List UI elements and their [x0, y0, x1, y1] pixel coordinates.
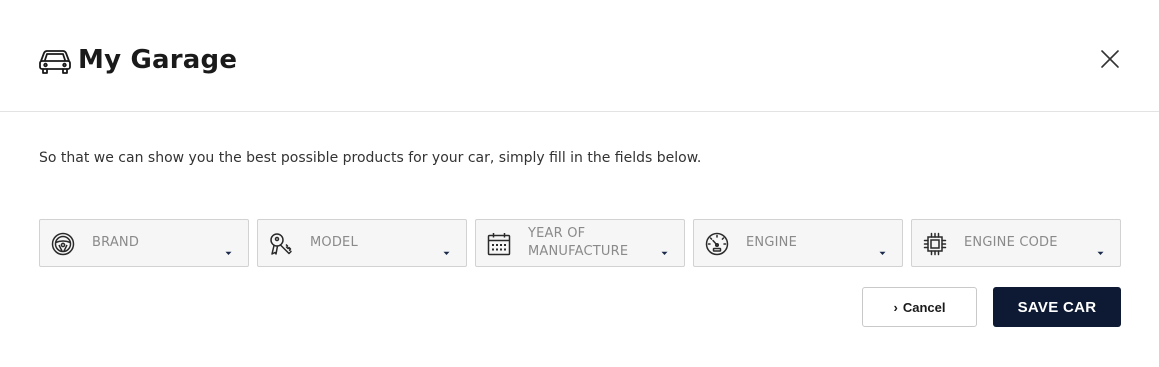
chevron-down-icon: [443, 241, 450, 255]
engine-select[interactable]: ENGINE: [693, 219, 903, 267]
close-icon: [1099, 48, 1121, 74]
model-select-label: MODEL: [310, 235, 358, 250]
chip-icon: [923, 232, 947, 256]
save-car-button-label: SAVE CAR: [1017, 298, 1097, 316]
chevron-down-icon: [879, 241, 886, 255]
chevron-down-icon: [661, 241, 668, 255]
engine-code-select-label: ENGINE CODE: [964, 235, 1058, 250]
steering-wheel-icon: [51, 232, 75, 256]
year-of-manufacture-select-label: YEAR OF MANUFACTURE: [528, 226, 629, 259]
speedometer-icon: [705, 232, 729, 256]
chevron-down-icon: [225, 241, 232, 255]
engine-code-select[interactable]: ENGINE CODE: [911, 219, 1121, 267]
intro-text: So that we can show you the best possibl…: [39, 150, 702, 166]
cancel-button-label: Cancel: [902, 299, 946, 315]
model-select[interactable]: MODEL: [257, 219, 467, 267]
chevron-right-icon: ›: [893, 299, 898, 315]
modal-header: My Garage: [0, 0, 1159, 112]
brand-select[interactable]: BRAND: [39, 219, 249, 267]
chevron-down-icon: [1097, 241, 1104, 255]
page-title: My Garage: [78, 45, 238, 75]
calendar-icon: [487, 232, 511, 256]
engine-select-label: ENGINE: [746, 235, 797, 250]
year-of-manufacture-select[interactable]: YEAR OF MANUFACTURE: [475, 219, 685, 267]
cancel-button[interactable]: › Cancel: [862, 287, 977, 327]
my-garage-modal: My Garage So that we can show you the be…: [0, 0, 1159, 367]
save-car-button[interactable]: SAVE CAR: [993, 287, 1121, 327]
close-button[interactable]: [1096, 47, 1123, 74]
brand-select-label: BRAND: [92, 235, 140, 250]
title-group: My Garage: [38, 43, 237, 77]
car-icon: [38, 43, 72, 77]
car-key-icon: [269, 232, 293, 256]
